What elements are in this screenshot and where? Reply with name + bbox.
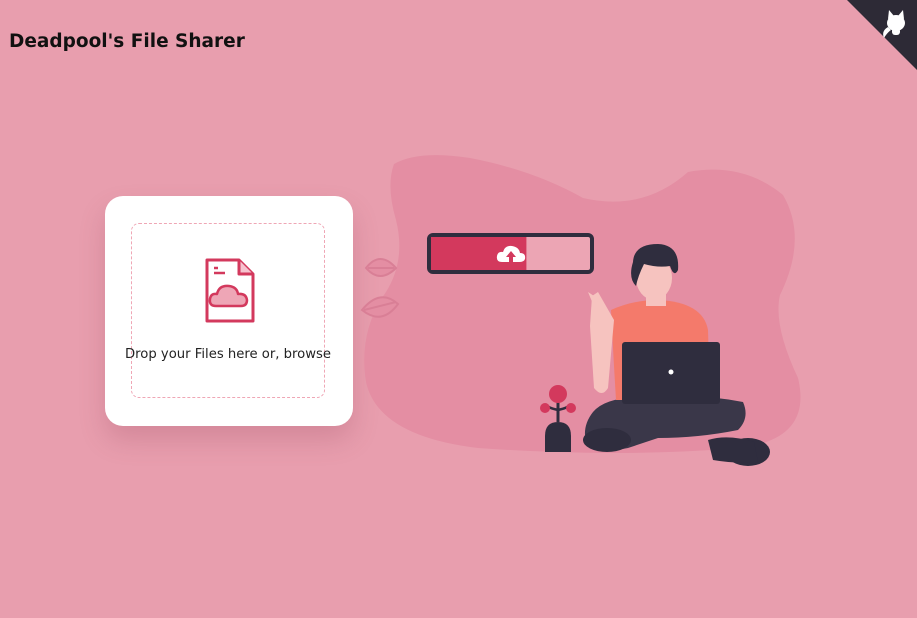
- drop-prompt-text: Drop your Files here or,: [124, 347, 284, 362]
- file-drop-zone[interactable]: Drop your Files here or, browse: [125, 223, 331, 398]
- page-title: Deadpool's File Sharer: [9, 31, 245, 52]
- file-cloud-icon: [205, 258, 255, 323]
- github-corner-link[interactable]: [847, 0, 917, 70]
- upload-illustration: [360, 155, 801, 466]
- browse-link[interactable]: browse: [284, 347, 331, 362]
- upload-progress-bar: [427, 233, 594, 274]
- drop-instructions: Drop your Files here or, browse: [120, 347, 336, 362]
- upload-card: Drop your Files here or, browse: [105, 196, 353, 426]
